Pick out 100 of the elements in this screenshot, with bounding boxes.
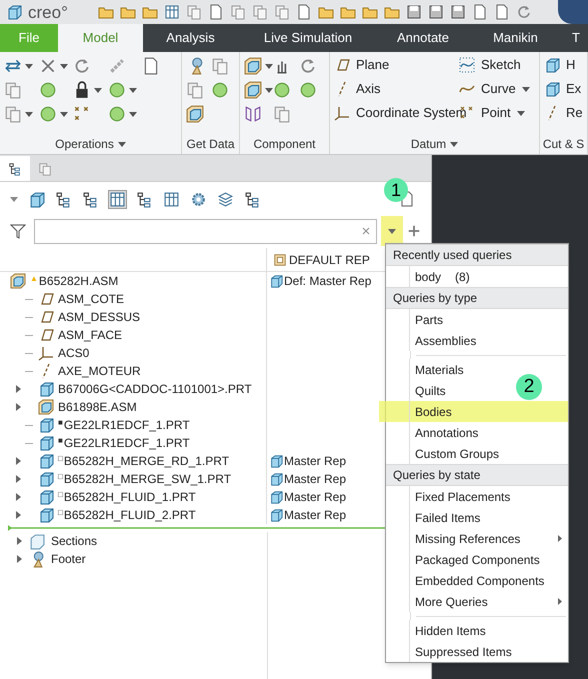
tree-item[interactable]: GE22LR1EDCF_1.PRT — [64, 434, 190, 452]
dropdown-button[interactable] — [381, 216, 403, 246]
tree-item[interactable]: B61898E.ASM — [58, 398, 137, 416]
copy-icon[interactable] — [252, 4, 268, 20]
page-icon[interactable] — [494, 4, 510, 20]
command-label[interactable]: Point — [481, 103, 511, 123]
copy-icon[interactable] — [4, 81, 22, 99]
page-icon[interactable] — [208, 4, 224, 20]
group-label[interactable]: Datum — [410, 135, 446, 153]
tree-item[interactable]: B67006G<CADDOC-1101001>.PRT — [58, 380, 252, 398]
tree-icon[interactable] — [244, 190, 261, 208]
table-icon[interactable] — [163, 190, 180, 208]
box-icon[interactable] — [28, 190, 45, 208]
list-icon[interactable] — [4, 57, 22, 75]
close-icon[interactable] — [360, 225, 372, 237]
menu-item[interactable]: Custom Groups — [410, 443, 506, 464]
menu-item[interactable]: More Queries — [410, 591, 568, 612]
search-field[interactable] — [34, 218, 378, 244]
expand-arrow-icon[interactable] — [16, 457, 21, 465]
save-icon[interactable] — [406, 4, 422, 20]
expand-arrow-icon[interactable] — [16, 403, 21, 411]
menu-item[interactable]: Fixed Placements — [410, 486, 516, 507]
expand-arrow-icon[interactable] — [16, 385, 21, 393]
expand-arrow-icon[interactable] — [17, 537, 22, 545]
tree-item[interactable]: B65282H_MERGE_SW_1.PRT — [64, 470, 232, 488]
copy-icon[interactable] — [274, 4, 290, 20]
menu-item[interactable]: body (8) — [410, 266, 476, 287]
tree-item[interactable]: ASM_COTE — [58, 290, 124, 308]
tree-item[interactable]: AXE_MOTEUR — [58, 362, 141, 380]
expand-arrow-icon[interactable] — [16, 511, 21, 519]
tree-item[interactable]: ASM_DESSUS — [58, 308, 140, 326]
menu-item[interactable]: Suppressed Items — [410, 641, 518, 662]
menu-item[interactable]: Embedded Components — [410, 570, 550, 591]
menu-item[interactable]: Hidden Items — [410, 620, 492, 641]
menu-item[interactable]: Assemblies — [410, 330, 482, 351]
save-icon[interactable] — [428, 4, 444, 20]
tree-item[interactable]: B65282H_FLUID_2.PRT — [64, 506, 196, 524]
add-icon[interactable] — [407, 224, 421, 238]
menu-item[interactable]: Failed Items — [410, 507, 486, 528]
assemble-icon[interactable] — [244, 57, 262, 75]
expand-arrow-icon[interactable] — [16, 493, 21, 501]
new-file-icon[interactable] — [296, 4, 312, 20]
tree-item[interactable]: B65282H_FLUID_1.PRT — [64, 488, 196, 506]
command-label[interactable]: Re — [566, 103, 583, 123]
copy-icon[interactable] — [273, 105, 291, 123]
menu-item[interactable]: Parts — [410, 309, 450, 330]
sphere-icon[interactable] — [299, 81, 317, 99]
tree-item[interactable]: Sections — [51, 532, 98, 550]
copy-icon[interactable] — [210, 57, 228, 75]
tree-icon[interactable] — [55, 190, 72, 208]
menu-item[interactable]: Packaged Components — [410, 549, 546, 570]
panel-tab[interactable] — [0, 156, 30, 181]
ribbon-tab[interactable]: Model — [58, 24, 143, 52]
ribbon-tab[interactable]: Annotate — [378, 24, 468, 52]
tree-icon[interactable] — [82, 190, 99, 208]
copy-icon[interactable] — [186, 4, 202, 20]
rotate-icon[interactable] — [299, 57, 317, 75]
panel-icon[interactable] — [164, 4, 180, 20]
menu-item[interactable]: Bodies — [410, 401, 458, 422]
menu-item[interactable]: Annotations — [410, 422, 484, 443]
import-icon[interactable] — [186, 105, 204, 123]
copy-icon[interactable] — [186, 81, 204, 99]
tree-item[interactable]: B65282H_MERGE_RD_1.PRT — [64, 452, 230, 470]
menu-item[interactable]: Missing References — [410, 528, 568, 549]
menu-item[interactable]: Quilts — [410, 380, 452, 401]
expand-arrow-icon[interactable] — [16, 475, 21, 483]
copy-icon[interactable] — [230, 4, 246, 20]
command-label[interactable]: Coordinate System — [356, 103, 467, 123]
sphere-icon[interactable] — [273, 81, 291, 99]
tree-item[interactable]: ASM_FACE — [58, 326, 122, 344]
mirror-icon[interactable] — [244, 105, 262, 123]
sphere-icon[interactable] — [210, 81, 228, 99]
regenerate-icon[interactable] — [73, 57, 92, 75]
tree-item[interactable]: B65282H.ASM — [38, 272, 118, 290]
sphere-icon[interactable] — [108, 105, 126, 123]
expand-arrow-icon[interactable] — [17, 555, 22, 563]
columns-icon[interactable] — [109, 190, 126, 208]
tree-item[interactable]: GE22LR1EDCF_1.PRT — [64, 416, 190, 434]
command-label[interactable]: Plane — [356, 55, 390, 75]
ribbon-tab[interactable]: Manikin — [468, 24, 563, 52]
tree-item[interactable]: Footer — [51, 550, 86, 568]
command-label[interactable]: Sketch — [481, 55, 521, 75]
page-icon[interactable] — [472, 4, 488, 20]
command-label[interactable]: Ex — [566, 79, 582, 99]
ribbon-tab[interactable]: Live Simulation — [238, 24, 378, 52]
assemble-icon[interactable] — [244, 81, 262, 99]
layers-icon[interactable] — [217, 190, 234, 208]
ribbon-tab[interactable]: T — [563, 24, 588, 52]
save-icon[interactable] — [450, 4, 466, 20]
paste-icon[interactable] — [4, 105, 22, 123]
undo-icon[interactable] — [516, 4, 532, 20]
group-label[interactable]: Component — [253, 135, 316, 153]
command-label[interactable]: H — [566, 55, 576, 75]
group-label[interactable]: Cut & S — [542, 135, 584, 153]
menu-item[interactable]: Materials — [410, 359, 470, 380]
command-label[interactable]: Axis — [356, 79, 381, 99]
sphere-icon[interactable] — [108, 81, 126, 99]
column-header[interactable]: DEFAULT REP — [289, 250, 370, 268]
command-label[interactable]: Curve — [481, 79, 516, 99]
ribbon-tab[interactable]: Analysis — [143, 24, 238, 52]
